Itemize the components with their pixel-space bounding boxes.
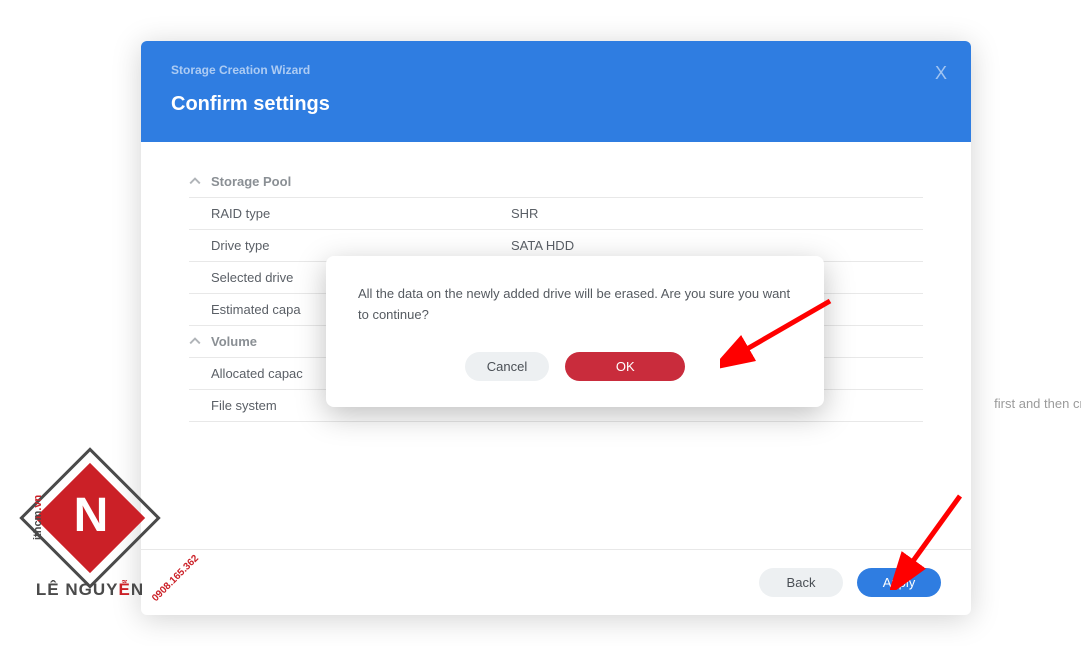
apply-button[interactable]: Apply [857, 568, 941, 597]
cancel-button[interactable]: Cancel [465, 352, 549, 381]
wizard-title: Confirm settings [171, 93, 941, 116]
chevron-up-icon [189, 335, 203, 349]
wizard-subtitle: Storage Creation Wizard [171, 63, 941, 77]
logo-graphic: N ithcm.vn 0908.165.362 [30, 458, 150, 578]
logo-letter: N [74, 488, 107, 543]
watermark-logo: N ithcm.vn 0908.165.362 LÊ NGUYỄN [18, 458, 162, 600]
wizard-header: Storage Creation Wizard Confirm settings… [141, 41, 971, 142]
dialog-message: All the data on the newly added drive wi… [358, 284, 792, 326]
wizard-footer: Back Apply [141, 549, 971, 615]
logo-side-text: ithcm.vn [32, 495, 44, 540]
chevron-up-icon [189, 175, 203, 189]
confirm-erase-dialog: All the data on the newly added drive wi… [326, 256, 824, 407]
section-storage-pool[interactable]: Storage Pool [189, 166, 923, 198]
ok-button[interactable]: OK [565, 352, 685, 381]
section-label: Volume [211, 334, 257, 349]
table-row: RAID type SHR [189, 198, 923, 230]
close-icon[interactable]: X [935, 63, 947, 84]
row-key: RAID type [211, 206, 511, 221]
row-val: SATA HDD [511, 238, 923, 253]
row-key: Drive type [211, 238, 511, 253]
back-button[interactable]: Back [759, 568, 843, 597]
row-val: SHR [511, 206, 923, 221]
section-label: Storage Pool [211, 174, 291, 189]
dialog-button-row: Cancel OK [358, 352, 792, 381]
background-hint-text: first and then cre [994, 396, 1081, 411]
